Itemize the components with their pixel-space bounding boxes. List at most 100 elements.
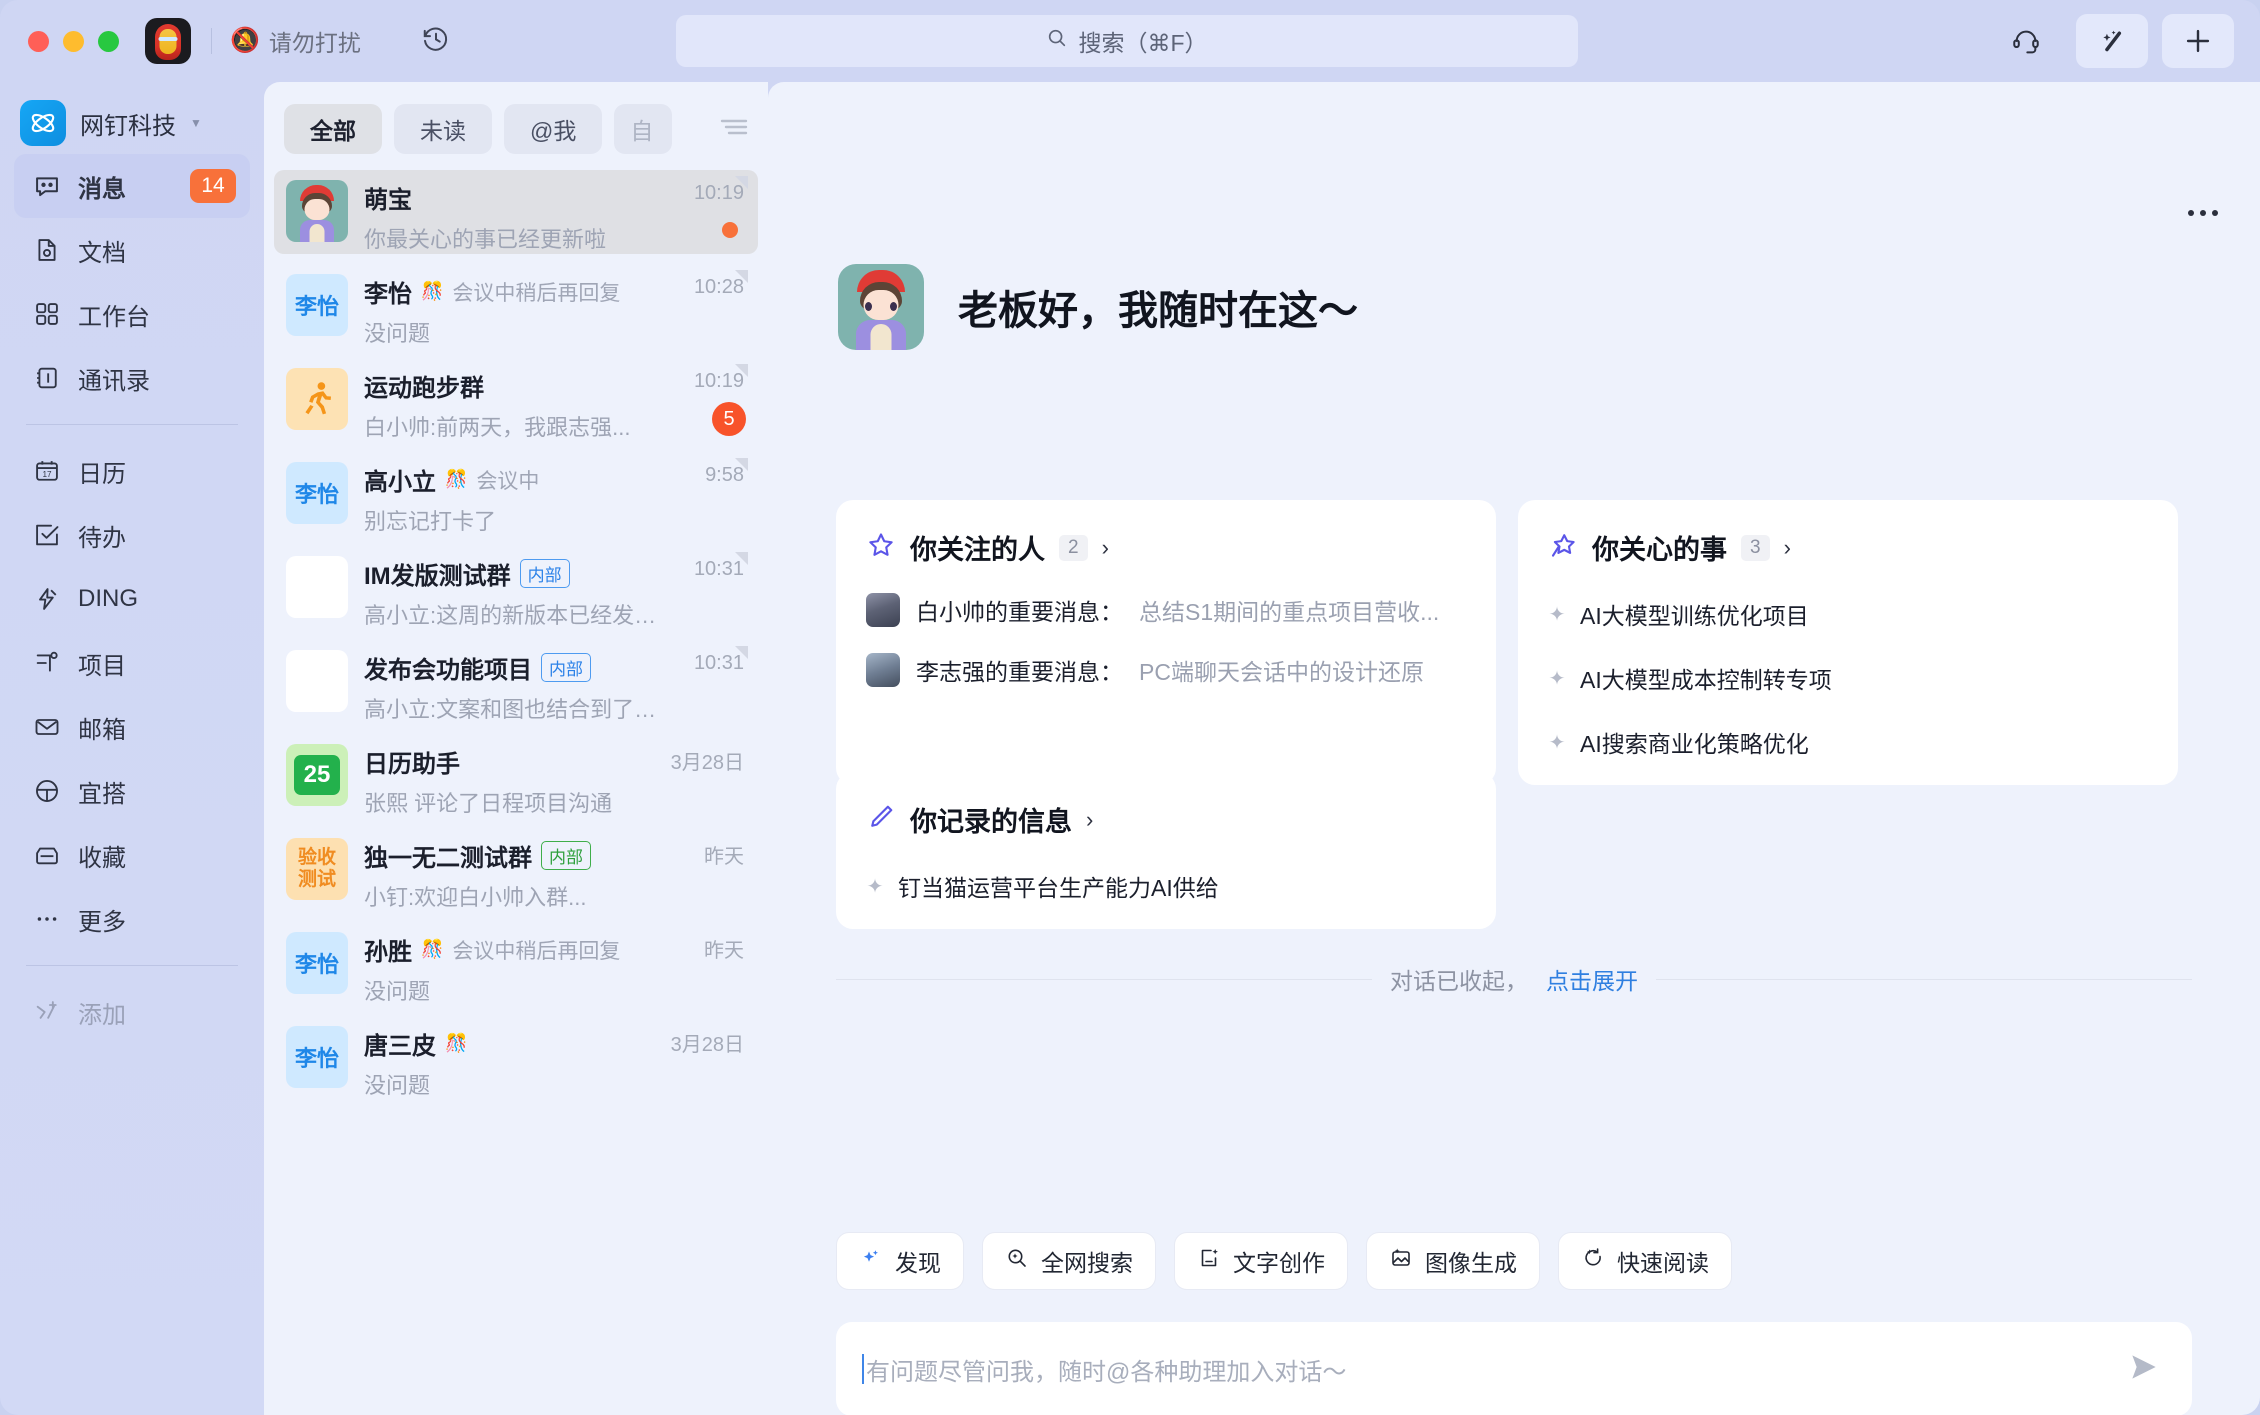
card-header[interactable]: 你关心的事 3 › xyxy=(1548,528,2148,567)
person-message-detail: PC端聊天会话中的设计还原 xyxy=(1139,653,1424,687)
list-item[interactable]: ✦ AI大模型训练优化项目 xyxy=(1548,597,2148,631)
avatar xyxy=(286,180,348,242)
list-item[interactable]: IM发版测试群 内部 高小立:这周的新版本已经发布了… 10:31 xyxy=(274,546,758,630)
sidebar-item-mail[interactable]: 邮箱 xyxy=(14,695,250,759)
list-item[interactable]: ✦ AI搜索商业化策略优化 xyxy=(1548,725,2148,759)
status-emoji-icon: 🎊 xyxy=(445,1033,467,1054)
sidebar-item-favorites[interactable]: 收藏 xyxy=(14,823,250,887)
list-item[interactable]: 白小帅的重要消息： 总结S1期间的重点项目营收... xyxy=(866,593,1466,627)
chat-time: 3月28日 xyxy=(671,752,744,774)
chat-preview: 你最关心的事已经更新啦 xyxy=(364,222,674,254)
card-header[interactable]: 你记录的信息 › xyxy=(866,800,1466,839)
maximize-button[interactable] xyxy=(98,31,119,52)
chat-status: 会议中稍后再回复 xyxy=(452,935,620,965)
user-avatar[interactable] xyxy=(145,18,191,64)
do-not-disturb-status[interactable]: 🔕 请勿打扰 xyxy=(230,24,361,58)
avatar: 李怡 xyxy=(286,274,348,336)
avatar xyxy=(286,368,348,430)
sidebar-item-todo[interactable]: 待办 xyxy=(14,503,250,567)
quick-action-web-search[interactable]: 全网搜索 xyxy=(982,1232,1156,1290)
plus-icon[interactable] xyxy=(2162,14,2234,68)
list-item[interactable]: 萌宝 你最关心的事已经更新啦 10:19 xyxy=(274,170,758,254)
sidebar-item-contacts[interactable]: 通讯录 xyxy=(14,346,250,410)
list-item[interactable]: 李志强的重要消息： PC端聊天会话中的设计还原 xyxy=(866,653,1466,687)
chat-name: 日历助手 xyxy=(364,744,460,779)
quick-action-quick-read[interactable]: 快速阅读 xyxy=(1558,1232,1732,1290)
unread-count-badge: 5 xyxy=(712,402,746,436)
sidebar-item-project[interactable]: 项目 xyxy=(14,631,250,695)
sidebar-item-ding[interactable]: DING xyxy=(14,567,250,631)
filter-tab-mentions[interactable]: @我 xyxy=(504,104,602,154)
favorite-box-icon xyxy=(30,841,64,869)
list-item[interactable]: 李怡 孙胜 🎊 会议中稍后再回复 没问题 昨天 xyxy=(274,922,758,1006)
close-button[interactable] xyxy=(28,31,49,52)
sidebar-divider xyxy=(26,424,238,425)
minimize-button[interactable] xyxy=(63,31,84,52)
sidebar-item-yida[interactable]: 宜搭 xyxy=(14,759,250,823)
sidebar-item-calendar[interactable]: 17 日历 xyxy=(14,439,250,503)
quick-action-label: 全网搜索 xyxy=(1041,1244,1133,1278)
sidebar-item-label: 通讯录 xyxy=(78,361,150,396)
chevron-right-icon[interactable]: › xyxy=(1086,807,1093,833)
quick-action-image-generate[interactable]: 图像生成 xyxy=(1366,1232,1540,1290)
assistant-avatar-icon xyxy=(838,264,924,350)
list-item[interactable]: 李怡 高小立 🎊 会议中 别忘记打卡了 9:58 xyxy=(274,452,758,536)
chat-time: 10:31 xyxy=(694,558,744,580)
chat-time: 9:58 xyxy=(705,464,744,486)
list-item[interactable]: 发布会功能项目 内部 高小立:文案和图也结合到了一起… 10:31 xyxy=(274,640,758,724)
star-icon xyxy=(866,530,896,565)
message-badge: 14 xyxy=(190,169,236,203)
avatar xyxy=(286,650,348,712)
chevron-right-icon[interactable]: › xyxy=(1102,535,1109,561)
sidebar-item-messages[interactable]: 消息 14 xyxy=(14,154,250,218)
chat-preview: 没问题 xyxy=(364,974,674,1006)
filter-tab-all[interactable]: 全部 xyxy=(284,104,382,154)
history-icon[interactable] xyxy=(421,24,451,59)
sidebar-item-more[interactable]: 更多 xyxy=(14,887,250,951)
chat-time: 昨天 xyxy=(704,846,744,868)
image-generate-icon xyxy=(1389,1246,1413,1276)
quick-action-text-create[interactable]: 文字创作 xyxy=(1174,1232,1348,1290)
sidebar-item-label: 宜搭 xyxy=(78,774,126,809)
sidebar-item-documents[interactable]: 文档 xyxy=(14,218,250,282)
list-item[interactable]: ✦ 钉当猫运营平台生产能力AI供给 xyxy=(866,869,1466,903)
grid-icon xyxy=(30,300,64,328)
send-icon[interactable] xyxy=(2124,1347,2164,1392)
filter-tab-overflow[interactable]: 自 xyxy=(614,104,672,154)
ellipsis-icon[interactable] xyxy=(2186,194,2220,225)
org-switcher[interactable]: 网钉科技 ▼ xyxy=(0,92,264,154)
list-item[interactable]: ✦ AI大模型成本控制转专项 xyxy=(1548,661,2148,695)
quick-action-discover[interactable]: 发现 xyxy=(836,1232,964,1290)
list-item[interactable]: 李怡 唐三皮 🎊 没问题 3月28日 xyxy=(274,1016,758,1100)
list-lines-icon[interactable] xyxy=(716,112,750,145)
list-item[interactable]: 25 日历助手 张熙 评论了日程项目沟通 3月28日 xyxy=(274,734,758,818)
chat-name: IM发版测试群 xyxy=(364,556,511,591)
search-input[interactable]: 搜索（⌘F） xyxy=(676,15,1578,67)
sidebar-item-label: 待办 xyxy=(78,518,126,553)
main-panel: 老板好，我随时在这～ 你关注的人 2 › 白小帅的重要消息： xyxy=(768,82,2260,1415)
chat-preview: 高小立:文案和图也结合到了一起… xyxy=(364,692,674,724)
expand-link[interactable]: 点击展开 xyxy=(1546,962,1638,996)
card-followed-people: 你关注的人 2 › 白小帅的重要消息： 总结S1期间的重点项目营收... 李志强… xyxy=(836,500,1496,785)
list-item[interactable]: 运动跑步群 白小帅:前两天，我跟志强... 10:19 5 xyxy=(274,358,758,442)
chevron-right-icon[interactable]: › xyxy=(1784,535,1791,561)
filter-tab-unread[interactable]: 未读 xyxy=(394,104,492,154)
sidebar-item-add[interactable]: 添加 xyxy=(14,980,250,1044)
quick-action-label: 发现 xyxy=(895,1244,941,1278)
ai-magic-icon[interactable] xyxy=(2076,14,2148,68)
note-label: 钉当猫运营平台生产能力AI供给 xyxy=(898,869,1219,903)
list-item[interactable]: 李怡 李怡 🎊 会议中稍后再回复 没问题 10:28 xyxy=(274,264,758,348)
card-header[interactable]: 你关注的人 2 › xyxy=(866,528,1466,567)
unread-dot xyxy=(722,222,738,238)
bell-slash-icon: 🔕 xyxy=(230,29,260,53)
headset-icon[interactable] xyxy=(1990,14,2062,68)
card-count: 3 xyxy=(1741,535,1770,561)
message-composer[interactable]: 有问题尽管问我，随时@各种助理加入对话～ xyxy=(836,1322,2192,1415)
sidebar-item-label: 消息 xyxy=(78,169,126,204)
sidebar-item-workbench[interactable]: 工作台 xyxy=(14,282,250,346)
list-item[interactable]: 验收 测试 独一无二测试群 内部 小钉:欢迎白小帅入群... 昨天 xyxy=(274,828,758,912)
conversation-collapsed-bar: 对话已收起， 点击展开 xyxy=(836,962,2192,996)
chat-preview: 张熙 评论了日程项目沟通 xyxy=(364,786,674,818)
collapse-text: 对话已收起， xyxy=(1390,962,1528,996)
org-name: 网钉科技 xyxy=(80,106,176,141)
